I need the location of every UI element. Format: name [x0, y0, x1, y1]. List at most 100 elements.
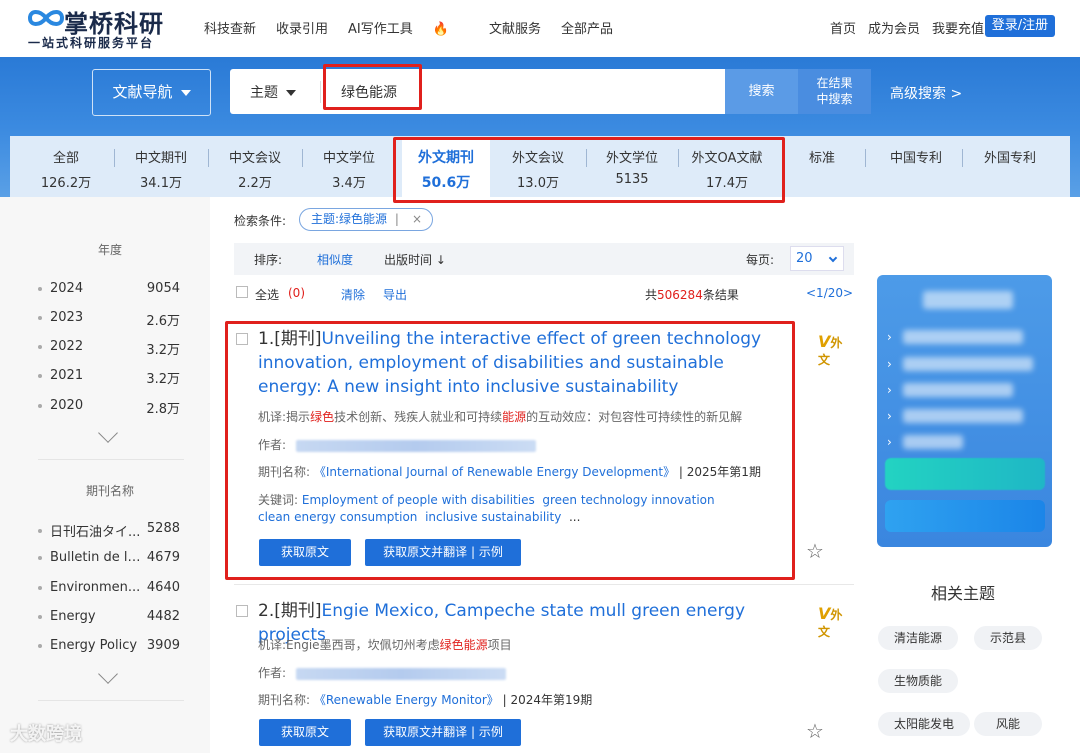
related-topic-chip[interactable]: 风能	[974, 712, 1042, 736]
journal-filter-item[interactable]: Energy 4482	[38, 609, 184, 629]
result-journal: 期刊名称: 《Renewable Energy Monitor》 | 2024年…	[258, 693, 593, 707]
tab-all[interactable]: 全部 126.2万	[18, 136, 114, 197]
promo-blue-button[interactable]	[885, 500, 1045, 532]
arrow-icon: ›	[887, 357, 892, 371]
divider	[320, 81, 321, 103]
home-link[interactable]: 首页	[830, 18, 856, 37]
v-check-icon: V	[818, 604, 831, 623]
logo-infinity-icon	[27, 10, 65, 26]
watermark: 大数跨境	[10, 724, 82, 745]
search-type-select[interactable]: 主题	[250, 82, 296, 102]
journal-filter-title: 期刊名称	[85, 484, 134, 498]
search-button[interactable]: 搜索	[725, 69, 798, 114]
select-all-label[interactable]: 全选	[255, 286, 279, 303]
year-filter-item[interactable]: 2024 9054	[38, 281, 184, 301]
redacted-block	[923, 291, 1013, 309]
foreign-badge: V外文	[818, 332, 843, 367]
arrow-icon: ›	[887, 409, 892, 423]
tab-standard[interactable]: 标准	[786, 136, 858, 197]
right-nav: 首页 成为会员 我要充值	[818, 18, 984, 37]
tab-foreign-patent[interactable]: 外国专利	[962, 136, 1058, 197]
divider	[38, 459, 184, 460]
login-button[interactable]: 登录/注册	[985, 15, 1055, 37]
arrow-icon: ›	[887, 435, 892, 449]
related-topics-title: 相关主题	[931, 584, 996, 603]
result-checkbox[interactable]	[236, 605, 248, 617]
tab-cn-patent[interactable]: 中国专利	[870, 136, 962, 197]
tab-cn-journal[interactable]: 中文期刊 34.1万	[114, 136, 208, 197]
nav-item-literature[interactable]: 文献服务	[489, 18, 541, 37]
get-original-button[interactable]: 获取原文	[259, 719, 351, 746]
chevron-down-icon[interactable]	[98, 423, 118, 443]
redacted-authors	[295, 667, 506, 680]
get-translate-button[interactable]: 获取原文并翻译 | 示例	[365, 719, 521, 746]
nav-item-all-products[interactable]: 全部产品	[561, 18, 613, 37]
redacted-block	[903, 357, 1033, 371]
arrow-icon: ›	[887, 330, 892, 344]
logo[interactable]: 掌桥科研 一站式科研服务平台	[26, 4, 176, 52]
total-results: 共506284条结果	[645, 288, 739, 302]
redacted-block	[903, 409, 1023, 423]
journal-filter-item[interactable]: Environmen... 4640	[38, 580, 184, 600]
sort-bar: 排序: 相似度 出版时间 ↓ 每页: 20	[234, 243, 854, 275]
chevron-down-icon	[828, 253, 838, 263]
foreign-badge: V外文	[818, 604, 843, 639]
search-band: 文献导航 主题 搜索 在结果中搜索 高级搜索 > 全部126.2万 中文期刊34…	[0, 57, 1080, 203]
sort-time[interactable]: 出版时间 ↓	[384, 251, 446, 268]
recharge-link[interactable]: 我要充值	[932, 18, 984, 37]
clear-link[interactable]: 清除	[341, 286, 365, 303]
nav-item-ai-writing[interactable]: AI写作工具 🔥	[348, 18, 469, 37]
year-filter-item[interactable]: 2023 2.6万	[38, 310, 184, 330]
arrow-icon: ›	[887, 383, 892, 397]
selected-count: (0)	[288, 286, 305, 300]
year-filter-item[interactable]: 2022 3.2万	[38, 339, 184, 359]
chevron-down-icon[interactable]	[98, 664, 118, 684]
star-icon[interactable]: ☆	[806, 719, 824, 743]
journal-filter-item[interactable]: Energy Policy 3909	[38, 638, 184, 658]
related-topic-chip[interactable]: 生物质能	[878, 669, 958, 693]
star-icon[interactable]: ☆	[806, 539, 824, 563]
related-topic-chip[interactable]: 太阳能发电	[878, 712, 970, 736]
promo-green-button[interactable]	[885, 458, 1045, 490]
top-nav: 科技查新 收录引用 AI写作工具 🔥 文献服务 全部产品	[204, 18, 633, 37]
brand-subtitle: 一站式科研服务平台	[28, 36, 155, 50]
header: 掌桥科研 一站式科研服务平台 科技查新 收录引用 AI写作工具 🔥 文献服务 全部…	[0, 0, 1080, 57]
related-topic-chip[interactable]: 示范县	[974, 626, 1042, 650]
v-check-icon: V	[818, 332, 831, 351]
advanced-search-link[interactable]: 高级搜索 >	[890, 83, 962, 103]
redacted-block	[903, 330, 1023, 344]
year-filter-item[interactable]: 2021 3.2万	[38, 368, 184, 388]
select-bar: 全选 (0) 清除 导出 共506284条结果 <1/20>	[234, 284, 854, 306]
tab-cn-conference[interactable]: 中文会议 2.2万	[208, 136, 302, 197]
journal-filter-item[interactable]: 日刊石油タイ... 5288	[38, 521, 184, 541]
close-icon[interactable]: ×	[412, 209, 422, 230]
caret-down-icon	[286, 90, 296, 96]
tab-cn-thesis[interactable]: 中文学位 3.4万	[302, 136, 396, 197]
redacted-block	[903, 383, 1013, 397]
nav-item-novelty[interactable]: 科技查新	[204, 18, 256, 37]
per-page-select[interactable]: 20	[790, 246, 844, 271]
year-filter-title: 年度	[97, 243, 122, 257]
sort-label: 排序:	[254, 253, 283, 267]
select-all-checkbox[interactable]	[236, 286, 248, 298]
member-link[interactable]: 成为会员	[868, 18, 920, 37]
per-page-label: 每页:	[746, 253, 775, 267]
divider	[234, 584, 854, 585]
promo-panel[interactable]: › › › › ›	[877, 275, 1052, 547]
sort-similarity[interactable]: 相似度	[317, 251, 353, 268]
year-filter-item[interactable]: 2020 2.8万	[38, 398, 184, 418]
search-in-results-button[interactable]: 在结果 中搜索	[798, 69, 871, 114]
highlight-box-result	[225, 321, 795, 580]
nav-item-citation[interactable]: 收录引用	[276, 18, 328, 37]
filter-sidebar: 年度 2024 9054 2023 2.6万 2022 3.2万 2021 3.2万 2…	[0, 197, 210, 753]
divider	[38, 700, 184, 701]
export-link[interactable]: 导出	[383, 286, 407, 303]
result-item: 2.[期刊]Engie Mexico, Campeche state mull …	[234, 596, 854, 753]
condition-tag[interactable]: 主题:绿色能源 | ×	[299, 208, 433, 231]
related-topic-chip[interactable]: 清洁能源	[878, 626, 958, 650]
pager[interactable]: <1/20>	[806, 286, 853, 300]
literature-nav-button[interactable]: 文献导航	[92, 69, 211, 116]
journal-filter-item[interactable]: Bulletin de l'... 4679	[38, 550, 184, 570]
redacted-block	[903, 435, 963, 449]
result-abstract: 机译:Engie墨西哥，坎佩切州考虑绿色能源项目	[258, 638, 512, 652]
